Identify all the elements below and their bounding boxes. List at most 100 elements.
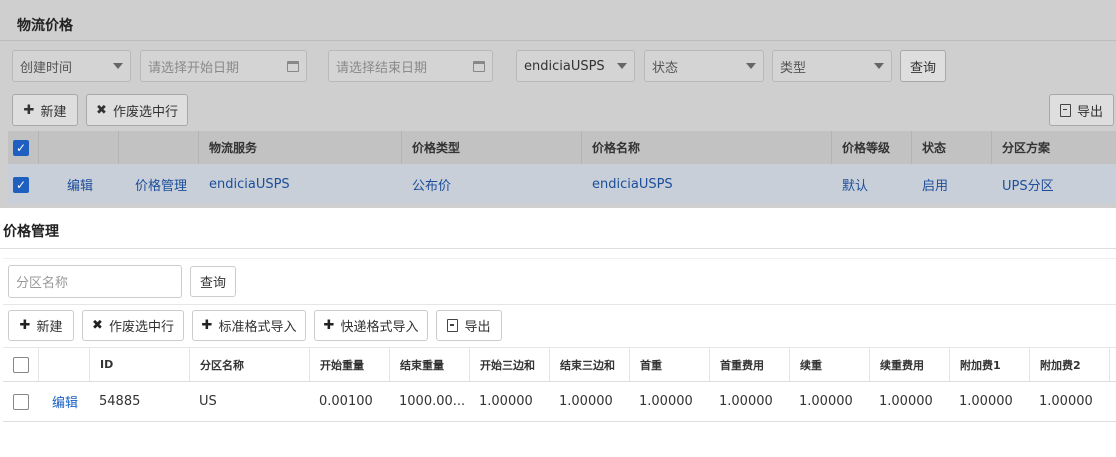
start-date-placeholder: 请选择开始日期 <box>148 60 240 76</box>
export-icon <box>1059 103 1071 117</box>
status-select[interactable]: 状态 <box>644 50 764 82</box>
divider <box>118 131 119 164</box>
table-row[interactable]: ✓ 编辑 价格管理 endiciaUSPS 公布价 endiciaUSPS 默认… <box>8 164 1116 204</box>
query-button[interactable]: 查询 <box>190 266 236 297</box>
calendar-icon <box>287 60 299 72</box>
cell-end-dim-sum: 1.00000 <box>559 394 613 409</box>
cell-status: 启用 <box>922 178 949 194</box>
row-checkbox[interactable] <box>13 393 29 410</box>
plus-icon: ✚ <box>23 102 35 118</box>
plus-icon: ✚ <box>323 318 335 333</box>
header-price-type: 价格类型 <box>412 141 461 155</box>
zone-name-placeholder: 分区名称 <box>16 276 69 291</box>
price-manage-link[interactable]: 价格管理 <box>135 175 187 194</box>
new-label: 新建 <box>36 320 63 335</box>
express-import-button[interactable]: ✚ 快递格式导入 <box>314 310 428 341</box>
row-checkbox[interactable]: ✓ <box>13 177 29 193</box>
export-button[interactable]: 导出 <box>1049 94 1114 126</box>
dialog-title: 价格管理 <box>3 224 59 240</box>
cell-first-weight: 1.00000 <box>639 394 693 409</box>
cell-zone-name: US <box>199 394 217 409</box>
cell-surcharge-2: 1.00000 <box>1039 394 1093 409</box>
header-start-weight: 开始重量 <box>309 348 389 381</box>
header-start-dim-sum: 开始三边和 <box>469 348 549 381</box>
divider <box>911 131 912 164</box>
express-import-label: 快递格式导入 <box>340 320 419 335</box>
cell-start-dim-sum: 1.00000 <box>479 394 533 409</box>
cell-start-weight: 0.00100 <box>319 394 373 409</box>
cell-surcharge-1: 1.00000 <box>959 394 1013 409</box>
divider <box>581 131 582 164</box>
cell-price-type: 公布价 <box>412 178 452 194</box>
select-all-checkbox[interactable] <box>13 356 29 373</box>
header-checkbox-cell <box>3 348 38 381</box>
standard-import-button[interactable]: ✚ 标准格式导入 <box>192 310 306 341</box>
query-label: 查询 <box>909 60 936 76</box>
zone-name-search-input[interactable]: 分区名称 <box>8 265 182 298</box>
chevron-down-icon <box>874 63 884 69</box>
query-button[interactable]: 查询 <box>900 50 946 82</box>
table-header: ID 分区名称 开始重量 结束重量 开始三边和 结束三边和 首重 首重费用 续重… <box>3 348 1116 382</box>
cell-level: 默认 <box>842 178 869 194</box>
divider <box>401 131 402 164</box>
new-button[interactable]: ✚ 新建 <box>8 310 74 341</box>
row-action-cell: 编辑 <box>38 382 89 421</box>
chevron-down-icon <box>113 63 123 69</box>
chevron-down-icon <box>746 63 756 69</box>
cell-first-weight-fee: 1.00000 <box>719 394 773 409</box>
new-label: 新建 <box>40 104 67 120</box>
service-select[interactable]: endiciaUSPS <box>516 50 635 82</box>
start-date-input[interactable]: 请选择开始日期 <box>140 50 307 82</box>
edit-link[interactable]: 编辑 <box>52 392 78 411</box>
void-label: 作废选中行 <box>108 320 174 335</box>
cell-extra-weight: 1.00000 <box>799 394 853 409</box>
divider <box>38 131 39 164</box>
plus-icon: ✚ <box>201 318 213 333</box>
void-label: 作废选中行 <box>112 104 178 120</box>
row-checkbox-cell <box>3 382 38 421</box>
created-time-select[interactable]: 创建时间 <box>12 50 131 82</box>
cell-id: 54885 <box>99 394 141 409</box>
divider <box>831 131 832 164</box>
created-time-label: 创建时间 <box>20 60 73 76</box>
end-date-input[interactable]: 请选择结束日期 <box>328 50 493 82</box>
end-date-placeholder: 请选择结束日期 <box>336 60 428 76</box>
header-zone-name: 分区名称 <box>189 348 309 381</box>
divider <box>0 248 1116 249</box>
cell-service: endiciaUSPS <box>209 176 290 192</box>
header-price-name: 价格名称 <box>592 141 641 155</box>
header-surcharge-1: 附加费1 <box>949 348 1029 381</box>
query-label: 查询 <box>199 276 226 291</box>
select-all-checkbox[interactable]: ✓ <box>13 140 29 156</box>
header-price-level: 价格等级 <box>842 141 891 155</box>
new-button[interactable]: ✚ 新建 <box>12 94 78 126</box>
export-icon <box>447 319 459 332</box>
cell-price-name: endiciaUSPS <box>592 176 673 192</box>
header-status: 状态 <box>922 141 947 155</box>
void-selected-button[interactable]: ✖ 作废选中行 <box>86 94 188 126</box>
divider <box>3 304 1116 305</box>
page-title: 物流价格 <box>17 18 73 34</box>
calendar-icon <box>473 60 485 72</box>
close-icon: ✖ <box>92 318 103 333</box>
header-service: 物流服务 <box>209 141 258 155</box>
type-select[interactable]: 类型 <box>772 50 892 82</box>
header-action-cell <box>38 348 89 381</box>
export-button[interactable]: 导出 <box>436 310 502 341</box>
divider <box>991 131 992 164</box>
header-extra-weight: 续重 <box>789 348 869 381</box>
cell-end-weight: 1000.00... <box>399 394 466 409</box>
edit-link[interactable]: 编辑 <box>67 175 93 194</box>
standard-import-label: 标准格式导入 <box>218 320 297 335</box>
price-manage-dialog: 价格管理 分区名称 查询 ✚ 新建 ✖ 作废选中行 ✚ 标准格式导入 ✚ 快递格… <box>0 208 1116 457</box>
header-first-weight-fee: 首重费用 <box>709 348 789 381</box>
service-value: endiciaUSPS <box>524 58 605 74</box>
header-id: ID <box>89 348 189 381</box>
background-page: 物流价格 创建时间 请选择开始日期 请选择结束日期 endiciaUSPS 状态… <box>0 0 1116 208</box>
table-row[interactable]: 编辑 54885 US 0.00100 1000.00... 1.00000 1… <box>3 382 1116 422</box>
header-end-weight: 结束重量 <box>389 348 469 381</box>
header-zone-plan: 分区方案 <box>1002 141 1051 155</box>
divider <box>0 40 1116 41</box>
void-selected-button[interactable]: ✖ 作废选中行 <box>82 310 184 341</box>
plus-icon: ✚ <box>19 318 31 333</box>
